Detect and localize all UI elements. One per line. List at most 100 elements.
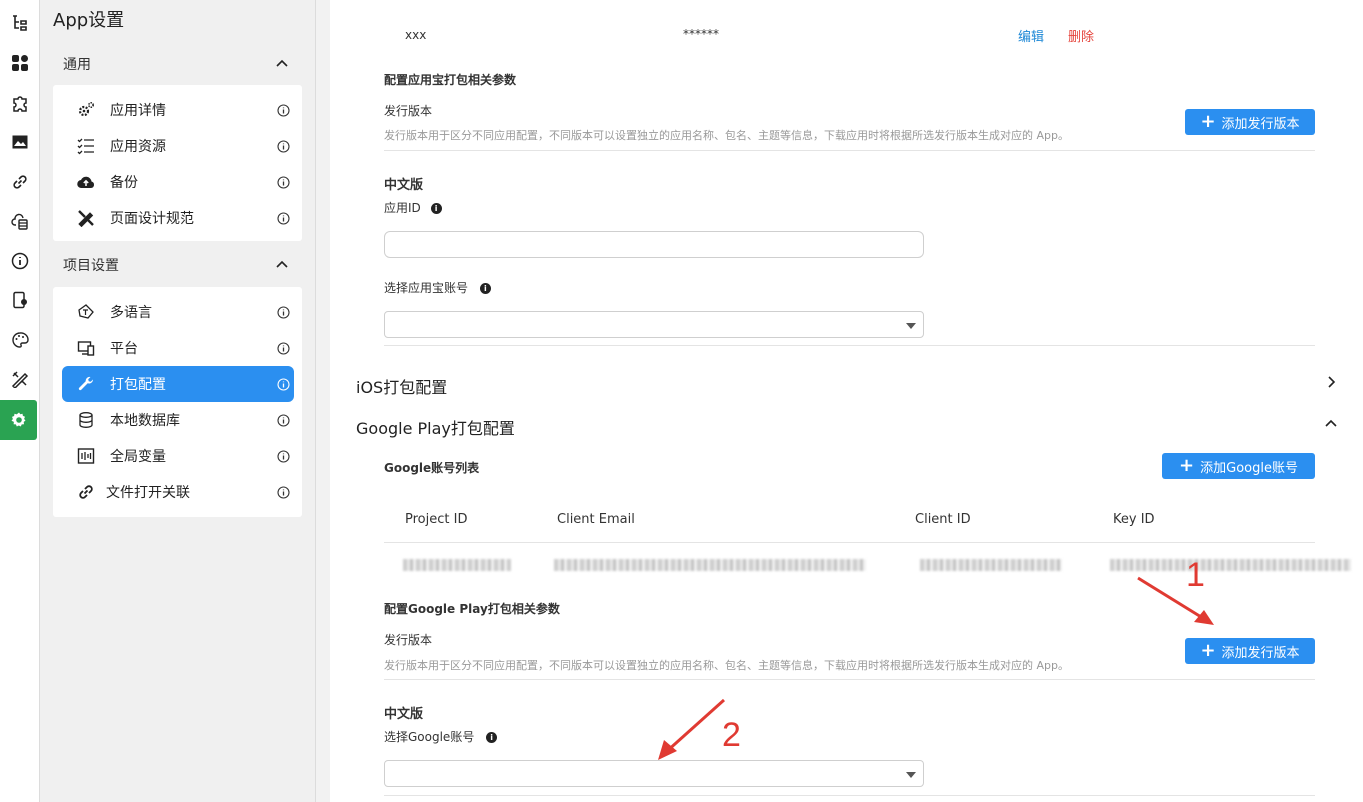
settings-nav: App设置 通用 应用详情 应用资源 备份 页面设计规范 项目设置 多语言 平台…	[40, 0, 316, 802]
info-icon[interactable]	[277, 485, 290, 499]
label-text: 应用ID	[384, 201, 421, 215]
link-icon[interactable]	[6, 168, 34, 196]
nav-item-design-spec[interactable]: 页面设计规范	[62, 200, 294, 236]
info-icon[interactable]: i	[430, 203, 442, 214]
divider	[384, 795, 1315, 796]
blurred-project-id	[403, 559, 511, 571]
dropdown-caret-icon	[906, 772, 916, 778]
chevron-up-icon[interactable]	[1324, 417, 1338, 431]
nav-group-label: 通用	[63, 57, 91, 73]
column-header-client-email: Client Email	[557, 512, 635, 527]
divider	[384, 150, 1315, 151]
nav-item-local-database[interactable]: 本地数据库	[62, 402, 294, 438]
info-icon[interactable]	[277, 449, 290, 463]
nav-item-global-variables[interactable]: 全局变量	[62, 438, 294, 474]
icon-rail	[0, 0, 40, 802]
nav-item-backup[interactable]: 备份	[62, 164, 294, 200]
settings-gear-icon[interactable]	[0, 400, 37, 440]
nav-item-label: 应用详情	[110, 103, 166, 119]
label-text: 选择Google账号	[384, 730, 475, 744]
yyb-add-release-button[interactable]: + 添加发行版本	[1185, 109, 1315, 135]
gp-section-title[interactable]: Google Play打包配置	[356, 415, 515, 439]
design-tools-icon[interactable]	[6, 365, 34, 393]
yyb-app-id-input[interactable]	[384, 231, 924, 258]
chevron-up-icon	[276, 260, 288, 268]
button-label: 添加发行版本	[1221, 645, 1300, 661]
gears-icon	[76, 100, 96, 120]
main-content: xxx ****** 编辑 删除 配置应用宝打包相关参数 发行版本 发行版本用于…	[330, 0, 1363, 802]
info-icon[interactable]	[277, 413, 290, 427]
cloud-upload-icon	[76, 172, 96, 192]
info-icon[interactable]	[277, 211, 290, 225]
nav-item-label: 页面设计规范	[110, 211, 194, 227]
palette-icon[interactable]	[6, 326, 34, 354]
design-tools-icon	[76, 208, 96, 228]
nav-item-app-resources[interactable]: 应用资源	[62, 128, 294, 164]
column-header-key-id: Key ID	[1113, 512, 1155, 527]
gp-add-release-button[interactable]: + 添加发行版本	[1185, 638, 1315, 664]
nav-item-label: 多语言	[110, 305, 152, 321]
ios-section-title[interactable]: iOS打包配置	[356, 374, 447, 398]
nav-item-label: 全局变量	[110, 449, 166, 465]
yyb-app-id-label: 应用ID i	[384, 199, 442, 216]
button-label: 添加Google账号	[1200, 460, 1298, 476]
plugin-icon[interactable]	[6, 89, 34, 117]
plus-icon: +	[1200, 640, 1216, 661]
image-icon[interactable]	[6, 128, 34, 156]
edit-link[interactable]: 编辑	[1018, 26, 1044, 45]
yyb-account-select[interactable]	[384, 311, 924, 338]
divider	[384, 345, 1315, 346]
blurred-client-id	[920, 559, 1062, 571]
translate-icon	[76, 302, 96, 322]
info-icon[interactable]	[277, 377, 290, 391]
tree-structure-icon[interactable]	[6, 9, 34, 37]
nav-item-label: 平台	[110, 341, 138, 357]
checklist-icon	[76, 136, 96, 156]
gp-account-label: 选择Google账号 i	[384, 728, 498, 745]
nav-group-label: 项目设置	[63, 258, 119, 274]
info-icon[interactable]: i	[486, 732, 498, 743]
annotation-arrow-1	[1137, 576, 1214, 625]
phone-settings-icon[interactable]	[6, 286, 34, 314]
nav-item-platform[interactable]: 平台	[62, 330, 294, 366]
nav-item-label: 打包配置	[110, 377, 166, 393]
nav-group-project[interactable]: 项目设置	[63, 254, 289, 276]
link-icon	[76, 482, 96, 502]
yyb-version-name: 中文版	[384, 178, 424, 193]
nav-item-label: 文件打开关联	[106, 485, 190, 501]
gp-release-label: 发行版本	[384, 633, 433, 647]
devices-icon	[76, 338, 96, 358]
column-header-client-id: Client ID	[915, 512, 971, 527]
table-divider	[384, 542, 1315, 543]
divider	[384, 679, 1315, 680]
cloud-database-icon[interactable]	[6, 207, 34, 235]
info-icon[interactable]	[277, 139, 290, 153]
gp-version-name: 中文版	[384, 707, 424, 722]
yyb-account-label: 选择应用宝账号 i	[384, 279, 491, 296]
nav-card-general: 应用详情 应用资源 备份 页面设计规范	[53, 85, 302, 241]
info-icon[interactable]	[277, 103, 290, 117]
nav-item-app-details[interactable]: 应用详情	[62, 92, 294, 128]
delete-link[interactable]: 删除	[1068, 26, 1094, 45]
plus-icon: +	[1179, 455, 1195, 476]
dropdown-caret-icon	[906, 323, 916, 329]
nav-item-file-association[interactable]: 文件打开关联	[62, 474, 294, 510]
info-icon[interactable]: i	[479, 283, 491, 294]
nav-item-package-config[interactable]: 打包配置	[62, 366, 294, 402]
info-circle-icon[interactable]	[6, 247, 34, 275]
nav-item-label: 本地数据库	[110, 413, 180, 429]
info-icon[interactable]	[277, 341, 290, 355]
account-name: xxx	[405, 28, 427, 42]
info-icon[interactable]	[277, 175, 290, 189]
chevron-right-icon[interactable]	[1324, 375, 1338, 389]
yyb-release-hint: 发行版本用于区分不同应用配置，不同版本可以设置独立的应用名称、包名、主题等信息，…	[384, 129, 1069, 142]
components-icon[interactable]	[6, 49, 34, 77]
nav-item-label: 应用资源	[110, 139, 166, 155]
info-icon[interactable]	[277, 305, 290, 319]
gp-add-account-button[interactable]: + 添加Google账号	[1162, 453, 1315, 479]
database-icon	[76, 410, 96, 430]
nav-group-general[interactable]: 通用	[63, 53, 289, 75]
nav-item-multi-language[interactable]: 多语言	[62, 294, 294, 330]
column-header-project-id: Project ID	[405, 512, 468, 527]
account-password: ******	[683, 27, 719, 41]
